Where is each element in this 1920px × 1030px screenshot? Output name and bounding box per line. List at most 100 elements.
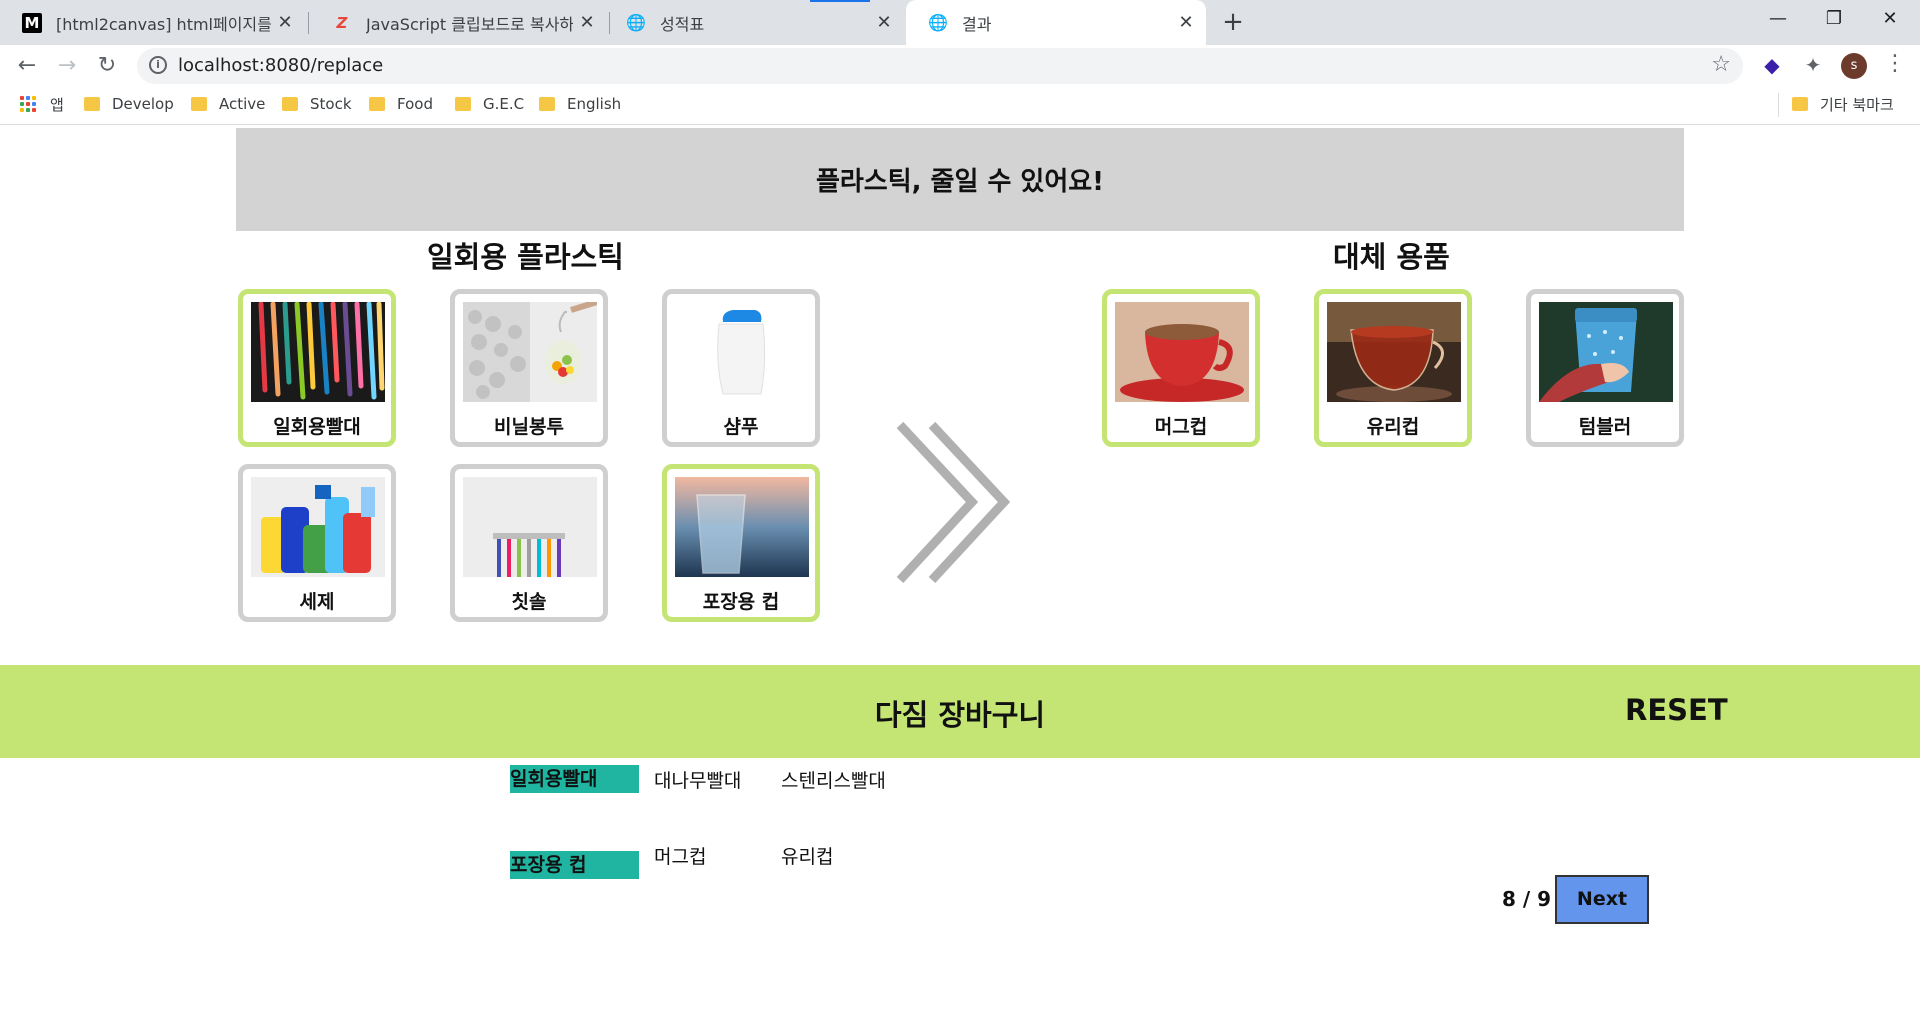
commitment-basket-bar: 다짐 장바구니 RESET bbox=[0, 665, 1920, 758]
page-title: 플라스틱, 줄일 수 있어요! bbox=[815, 167, 1105, 197]
plastic-bag-image bbox=[463, 302, 597, 402]
tumbler-image bbox=[1539, 302, 1673, 402]
bookmark-label: Active bbox=[219, 95, 266, 113]
bookmark-star-icon[interactable]: ☆ bbox=[1711, 52, 1731, 77]
close-window-button[interactable]: ✕ bbox=[1862, 0, 1918, 40]
bookmark-active[interactable]: Active bbox=[191, 85, 265, 123]
alternative-card-glass-cup[interactable]: 유리컵 bbox=[1314, 289, 1472, 447]
bookmark-develop[interactable]: Develop bbox=[84, 85, 174, 123]
restore-button[interactable]: ❐ bbox=[1806, 0, 1862, 40]
plastic-card-toothbrush[interactable]: 칫솔 bbox=[450, 464, 608, 622]
plastic-card-shampoo[interactable]: 샴푸 bbox=[662, 289, 820, 447]
page-counter: 8 / 9 bbox=[1502, 887, 1552, 911]
folder-icon bbox=[84, 97, 100, 111]
avatar[interactable]: s bbox=[1841, 53, 1867, 79]
url-text[interactable]: localhost:8080/replace bbox=[178, 55, 383, 76]
toothbrush-image bbox=[463, 477, 597, 577]
plastic-card-takeout-cup[interactable]: 포장용 컵 bbox=[662, 464, 820, 622]
apps-grid-icon bbox=[20, 96, 36, 112]
bookmark-apps[interactable]: 앱 bbox=[20, 85, 64, 123]
basket-alternative: 스텐리스빨대 bbox=[781, 770, 886, 792]
alternative-card-mug[interactable]: 머그컵 bbox=[1102, 289, 1260, 447]
tab-javascript-clipboard[interactable]: Z JavaScript 클립보드로 복사하기| ✕ bbox=[310, 0, 607, 45]
tab-title: 결과 bbox=[962, 14, 992, 34]
tab-title: 성적표 bbox=[660, 14, 705, 34]
back-button[interactable]: ← bbox=[11, 50, 43, 82]
card-label: 칫솔 bbox=[511, 591, 547, 613]
card-label: 세제 bbox=[299, 591, 335, 613]
folder-icon bbox=[191, 97, 207, 111]
bookmark-label: Develop bbox=[112, 95, 174, 113]
basket-row-item: 포장용 컵 bbox=[510, 851, 639, 879]
tab-result[interactable]: 🌐 결과 ✕ bbox=[906, 0, 1206, 45]
card-label: 유리컵 bbox=[1366, 416, 1420, 438]
straw-image bbox=[251, 302, 385, 402]
close-icon[interactable]: ✕ bbox=[573, 12, 601, 33]
plastic-card-straw[interactable]: 일회용빨대 bbox=[238, 289, 396, 447]
takeout-cup-image bbox=[675, 477, 809, 577]
globe-icon: 🌐 bbox=[626, 13, 646, 32]
bookmark-label: English bbox=[567, 95, 622, 113]
bookmark-label: 기타 북마크 bbox=[1820, 95, 1894, 114]
reload-button[interactable]: ↻ bbox=[91, 50, 123, 82]
shampoo-image bbox=[675, 302, 809, 402]
plastic-card-plastic-bag[interactable]: 비닐봉투 bbox=[450, 289, 608, 447]
bookmark-label: Food bbox=[397, 95, 433, 113]
forward-button[interactable]: → bbox=[51, 50, 83, 82]
reset-button[interactable]: RESET bbox=[1625, 693, 1728, 727]
alternative-card-tumbler[interactable]: 텀블러 bbox=[1526, 289, 1684, 447]
tab-strip: M [html2canvas] html페이지를 can ✕ Z JavaScr… bbox=[0, 0, 1920, 45]
minimize-button[interactable]: — bbox=[1750, 0, 1806, 40]
close-icon[interactable]: ✕ bbox=[1172, 12, 1200, 33]
alternatives-title: 대체 용품 bbox=[1333, 240, 1450, 274]
double-chevron-icon bbox=[896, 421, 1011, 584]
bookmark-label: G.E.C bbox=[483, 95, 525, 113]
folder-icon bbox=[282, 97, 298, 111]
menu-icon[interactable]: ⋮ bbox=[1884, 51, 1906, 76]
next-button[interactable]: Next bbox=[1555, 875, 1649, 924]
globe-icon: 🌐 bbox=[928, 13, 948, 32]
detergent-image bbox=[251, 477, 385, 577]
close-icon[interactable]: ✕ bbox=[271, 12, 299, 33]
bookmarks-bar: 앱 Develop Active Stock Food G.E.C Englis… bbox=[0, 85, 1920, 125]
tab-report-card[interactable]: 🌐 성적표 ✕ bbox=[604, 0, 904, 45]
new-tab-button[interactable]: + bbox=[1217, 6, 1249, 38]
basket-alternative: 대나무빨대 bbox=[654, 770, 742, 792]
plastic-card-detergent[interactable]: 세제 bbox=[238, 464, 396, 622]
extension-icon[interactable]: ◆ bbox=[1760, 53, 1784, 77]
glass-cup-image bbox=[1327, 302, 1461, 402]
folder-icon bbox=[1792, 97, 1808, 111]
tab-divider bbox=[308, 12, 309, 34]
basket-alternative: 머그컵 bbox=[654, 846, 707, 868]
tab-title: JavaScript 클립보드로 복사하기| bbox=[366, 14, 573, 34]
bookmark-food[interactable]: Food bbox=[369, 85, 433, 123]
bookmarks-divider bbox=[1778, 93, 1779, 117]
puzzle-icon[interactable]: ✦ bbox=[1801, 53, 1825, 77]
bookmark-gec[interactable]: G.E.C bbox=[455, 85, 524, 123]
bookmark-stock[interactable]: Stock bbox=[282, 85, 352, 123]
folder-icon bbox=[539, 97, 555, 111]
info-icon[interactable]: i bbox=[149, 56, 167, 74]
browser-toolbar: ← → ↻ i localhost:8080/replace ☆ ◆ ✦ s ⋮ bbox=[0, 45, 1920, 85]
plastics-title: 일회용 플라스틱 bbox=[427, 240, 624, 274]
medium-logo-icon: M bbox=[22, 12, 42, 33]
bookmark-other[interactable]: 기타 북마크 bbox=[1792, 85, 1894, 123]
zum-logo-icon: Z bbox=[336, 13, 348, 32]
address-bar[interactable]: i localhost:8080/replace ☆ bbox=[137, 48, 1743, 84]
bookmark-english[interactable]: English bbox=[539, 85, 621, 123]
close-icon[interactable]: ✕ bbox=[870, 12, 898, 33]
card-label: 포장용 컵 bbox=[702, 591, 780, 613]
tab-html2canvas[interactable]: M [html2canvas] html페이지를 can ✕ bbox=[0, 0, 305, 45]
page-header: 플라스틱, 줄일 수 있어요! bbox=[236, 128, 1684, 231]
card-label: 머그컵 bbox=[1154, 416, 1208, 438]
bookmark-label: 앱 bbox=[50, 95, 64, 114]
folder-icon bbox=[455, 97, 471, 111]
basket-row-item: 일회용빨대 bbox=[510, 765, 639, 793]
card-label: 샴푸 bbox=[723, 416, 759, 438]
bookmark-label: Stock bbox=[310, 95, 352, 113]
folder-icon bbox=[369, 97, 385, 111]
card-label: 비닐봉투 bbox=[494, 416, 564, 438]
card-label: 텀블러 bbox=[1578, 416, 1632, 438]
mug-image bbox=[1115, 302, 1249, 402]
tab-title: [html2canvas] html페이지를 can bbox=[56, 14, 271, 34]
